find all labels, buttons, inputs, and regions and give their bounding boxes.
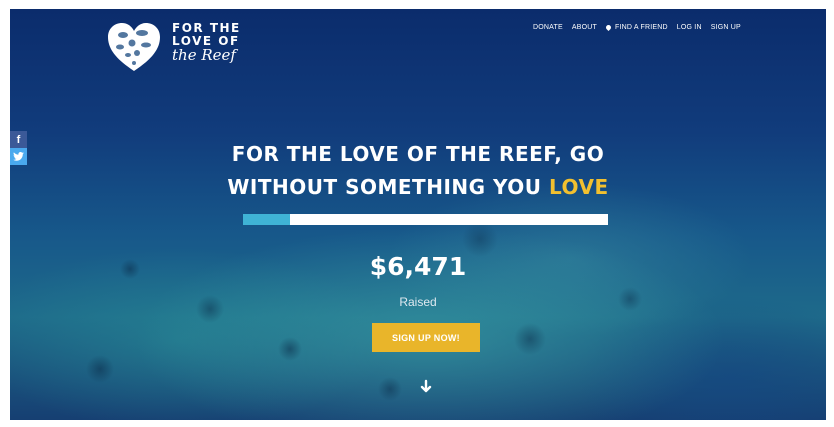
map-pin-icon (604, 23, 613, 32)
top-nav: DONATE ABOUT FIND A FRIEND LOG IN SIGN U… (533, 23, 741, 32)
progress-bar-fill (243, 214, 291, 225)
fundraising-progress-bar (243, 214, 608, 225)
nav-find-a-friend-label: FIND A FRIEND (614, 24, 668, 31)
nav-log-in[interactable]: LOG IN (677, 24, 702, 31)
amount-raised: $6,471 (369, 252, 467, 281)
brand-logo[interactable]: FOR THE LOVE OF the Reef (106, 21, 241, 73)
nav-donate[interactable]: DONATE (533, 24, 563, 31)
hero-section: FOR THE LOVE OF the Reef DONATE ABOUT FI… (10, 9, 826, 420)
nav-about[interactable]: ABOUT (572, 24, 597, 31)
brand-script: the Reef (172, 46, 236, 64)
headline-line-2: WITHOUT SOMETHING YOU LOVE (10, 175, 826, 199)
nav-find-a-friend[interactable]: FIND A FRIEND (604, 23, 668, 32)
headline-line-2-text: WITHOUT SOMETHING YOU (227, 175, 549, 199)
brand-wordmark: FOR THE LOVE OF the Reef (172, 21, 241, 63)
brand-line-1: FOR THE (172, 21, 241, 35)
headline-line-1: FOR THE LOVE OF THE REEF, GO (231, 142, 605, 166)
arrow-down-icon[interactable] (418, 379, 434, 395)
nav-sign-up[interactable]: SIGN UP (711, 24, 741, 31)
heart-logo-icon (108, 23, 160, 71)
headline-highlight: LOVE (548, 175, 609, 199)
raised-label: Raised (399, 295, 437, 309)
sign-up-now-button[interactable]: SIGN UP NOW! (372, 323, 480, 352)
